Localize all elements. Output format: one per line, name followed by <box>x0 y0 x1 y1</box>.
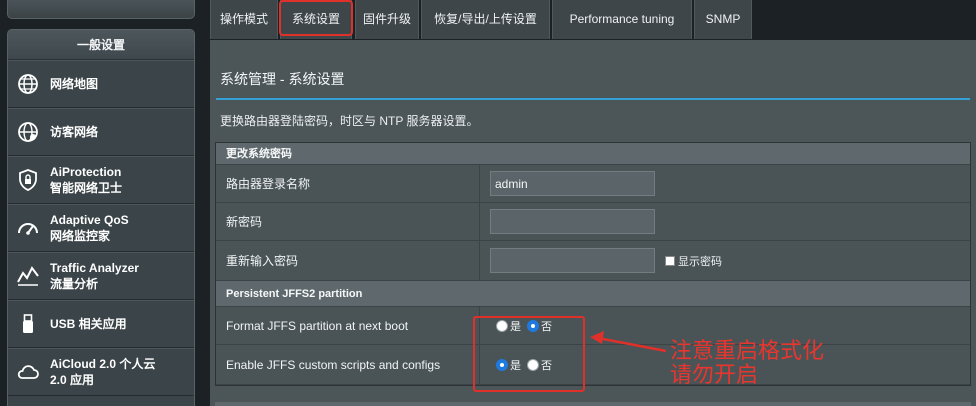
annotation-arrow-icon <box>590 331 667 353</box>
row-new-password: 新密码 <box>216 203 970 241</box>
speedometer-icon <box>16 216 40 240</box>
sidebar-item-sublabel: 智能网络卫士 <box>50 181 123 195</box>
annotation-line-1: 注意重启格式化 <box>670 339 825 364</box>
confirm-password-input[interactable] <box>490 248 655 273</box>
format-jffs-label: Format JFFS partition at next boot <box>216 307 480 344</box>
title-divider <box>216 98 970 100</box>
show-password-label: 显示密码 <box>678 255 722 268</box>
page-description: 更换路由器登陆密码，时区与 NTP 服务器设置。 <box>220 114 479 128</box>
sidebar-item-guest-network[interactable]: 访客网络 <box>8 108 194 156</box>
sidebar-item-sublabel: 网络监控家 <box>50 229 111 243</box>
sidebar-top-stub <box>7 0 195 19</box>
sidebar: 一般设置 网络地图 访客网络 AiProtection 智能网络卫士 Adapt… <box>7 29 195 406</box>
checkbox-box[interactable] <box>665 255 675 266</box>
sidebar-item-usb[interactable]: USB 相关应用 <box>8 300 194 348</box>
annotation-text: 注意重启格式化 请勿开启 <box>670 340 824 388</box>
guest-network-icon <box>16 120 40 144</box>
tab-firmware-upgrade[interactable]: 固件升级 <box>355 0 419 39</box>
sidebar-item-adaptive-qos[interactable]: Adaptive QoS 网络监控家 <box>8 204 194 252</box>
sidebar-item-label: 网络地图 <box>50 77 99 91</box>
login-name-input[interactable]: admin <box>490 171 655 196</box>
sidebar-header: 一般设置 <box>8 30 194 60</box>
section-header-jffs: Persistent JFFS2 partition <box>216 281 970 307</box>
show-password-checkbox[interactable]: 显示密码 <box>665 253 722 269</box>
sidebar-item-network-map[interactable]: 网络地图 <box>8 60 194 108</box>
globe-map-icon <box>16 72 40 96</box>
login-name-label: 路由器登录名称 <box>216 165 480 202</box>
sidebar-item-label: USB 相关应用 <box>50 317 127 331</box>
sidebar-item-sublabel: 2.0 应用 <box>50 373 95 387</box>
sidebar-item-traffic-analyzer[interactable]: Traffic Analyzer 流量分析 <box>8 252 194 300</box>
page-title: 系统管理 - 系统设置 <box>220 71 345 87</box>
traffic-analyzer-icon <box>16 264 40 288</box>
yes-label: 是 <box>510 359 521 372</box>
usb-icon <box>16 312 40 336</box>
tab-restore-save-upload[interactable]: 恢复/导出/上传设置 <box>421 0 550 39</box>
sidebar-item-label: AiProtection <box>50 165 122 179</box>
sidebar-item-aicloud[interactable]: AiCloud 2.0 个人云 2.0 应用 <box>8 348 194 396</box>
format-jffs-yes-radio[interactable] <box>496 319 508 332</box>
shield-lock-icon <box>16 168 40 192</box>
sidebar-item-label: Adaptive QoS <box>50 213 129 227</box>
cloud-icon <box>16 360 40 384</box>
tab-system-settings[interactable]: 系统设置 <box>280 0 352 39</box>
jffs-scripts-label: Enable JFFS custom scripts and configs <box>216 345 480 384</box>
sidebar-item-label: Traffic Analyzer <box>50 261 139 275</box>
row-confirm-password: 重新输入密码 显示密码 <box>216 241 970 281</box>
no-label: 否 <box>541 320 552 333</box>
format-jffs-no-radio[interactable] <box>527 319 539 332</box>
jffs-scripts-no-radio[interactable] <box>527 358 539 371</box>
tab-performance-tuning[interactable]: Performance tuning <box>552 0 692 39</box>
section-header-password: 更改系统密码 <box>216 143 970 165</box>
no-label: 否 <box>541 359 552 372</box>
jffs-scripts-yes-radio[interactable] <box>496 358 508 371</box>
sidebar-item-aiprotection[interactable]: AiProtection 智能网络卫士 <box>8 156 194 204</box>
tab-snmp[interactable]: SNMP <box>694 0 752 39</box>
tab-operation-mode[interactable]: 操作模式 <box>210 0 278 39</box>
yes-label: 是 <box>510 320 521 333</box>
sidebar-item-sublabel: 流量分析 <box>50 277 99 291</box>
annotation-line-2: 请勿开启 <box>670 363 759 388</box>
new-password-label: 新密码 <box>216 203 480 240</box>
sidebar-item-label: 访客网络 <box>50 125 99 139</box>
row-login-name: 路由器登录名称 admin <box>216 165 970 203</box>
new-password-input[interactable] <box>490 209 655 234</box>
confirm-password-label: 重新输入密码 <box>216 241 480 280</box>
sidebar-item-label: AiCloud 2.0 个人云 <box>50 357 156 371</box>
next-section-edge <box>215 402 971 406</box>
